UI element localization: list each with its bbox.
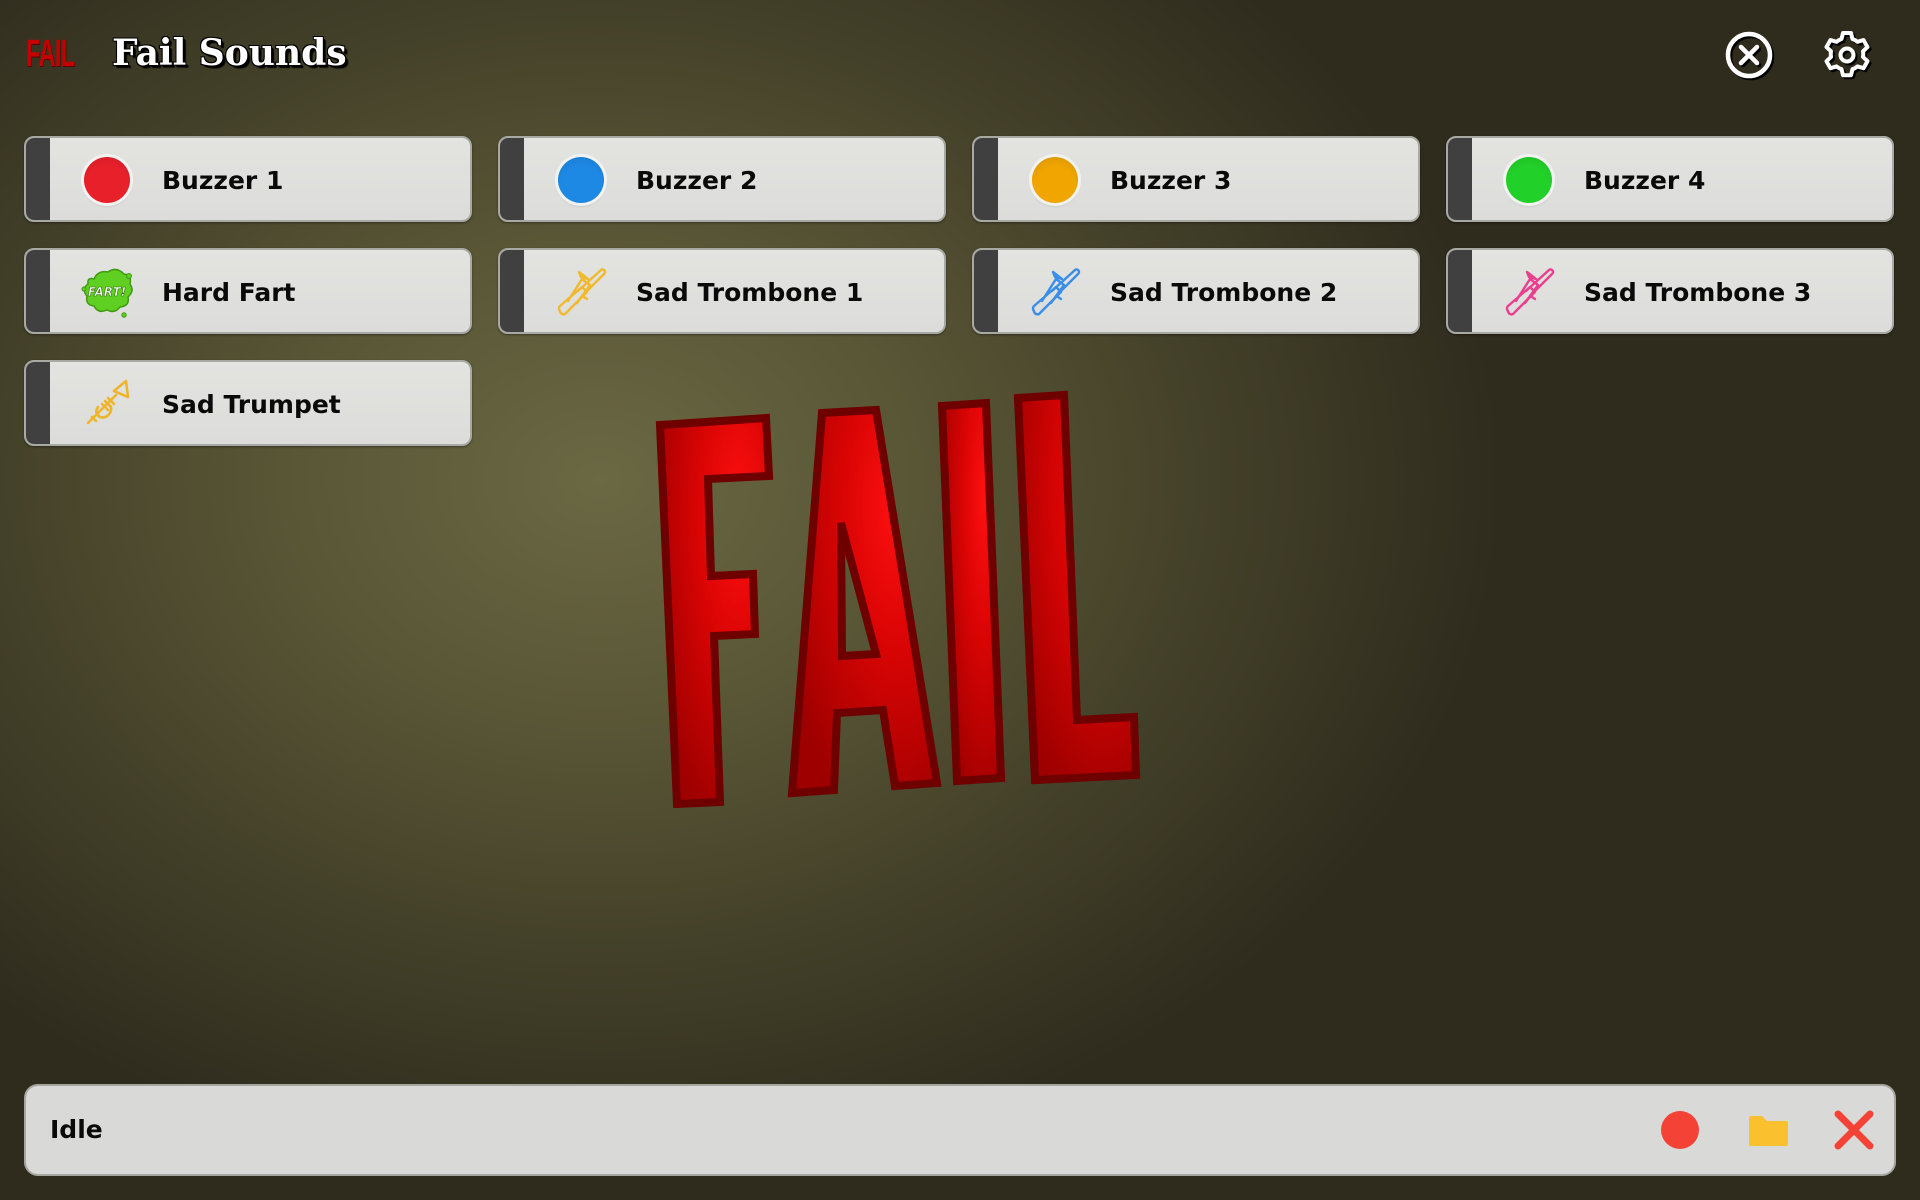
record-icon — [1661, 1111, 1699, 1149]
tile-stripe — [26, 138, 50, 220]
stop-button[interactable] — [1830, 1106, 1878, 1154]
sound-label: Sad Trombone 2 — [1110, 278, 1338, 307]
tile-stripe — [974, 138, 998, 220]
fail-graphic — [640, 380, 1280, 820]
status-text: Idle — [50, 1115, 103, 1144]
gear-icon — [1824, 31, 1870, 78]
sound-button-buzzer-3[interactable]: Buzzer 3 — [972, 136, 1420, 222]
sound-button-sad-trombone-3[interactable]: Sad Trombone 3 — [1446, 248, 1894, 334]
tile-stripe — [26, 250, 50, 332]
fart-icon-text: FART! — [88, 285, 126, 299]
sound-label: Sad Trumpet — [162, 390, 341, 419]
status-bar: Idle — [24, 1084, 1896, 1176]
app-header: FAIL Fail Sounds — [0, 0, 1920, 110]
green-buzzer-icon — [1502, 153, 1556, 207]
sound-button-hard-fart[interactable]: FART! Hard Fart — [24, 248, 472, 334]
sound-button-buzzer-4[interactable]: Buzzer 4 — [1446, 136, 1894, 222]
close-app-button[interactable] — [1722, 28, 1776, 82]
sound-button-sad-trombone-2[interactable]: Sad Trombone 2 — [972, 248, 1420, 334]
sound-label: Buzzer 2 — [636, 166, 758, 195]
tile-stripe — [1448, 250, 1472, 332]
sound-label: Buzzer 4 — [1584, 166, 1706, 195]
tile-stripe — [26, 362, 50, 444]
folder-icon — [1749, 1116, 1788, 1146]
close-x-icon — [1834, 1110, 1874, 1150]
sound-button-buzzer-1[interactable]: Buzzer 1 — [24, 136, 472, 222]
settings-button[interactable] — [1820, 28, 1874, 82]
red-buzzer-icon — [80, 153, 134, 207]
trombone-icon — [554, 265, 608, 319]
blue-buzzer-icon — [554, 153, 608, 207]
sound-label: Sad Trombone 1 — [636, 278, 864, 307]
app-title: Fail Sounds — [112, 32, 347, 74]
open-folder-button[interactable] — [1744, 1106, 1792, 1154]
tile-stripe — [500, 138, 524, 220]
fart-cloud-icon: FART! — [80, 265, 134, 319]
trombone-icon — [1502, 265, 1556, 319]
sound-button-sad-trombone-1[interactable]: Sad Trombone 1 — [498, 248, 946, 334]
tile-stripe — [500, 250, 524, 332]
sound-label: Buzzer 1 — [162, 166, 284, 195]
trumpet-icon — [80, 377, 134, 431]
trombone-icon — [1028, 265, 1082, 319]
sound-label: Hard Fart — [162, 278, 296, 307]
tile-stripe — [1448, 138, 1472, 220]
orange-buzzer-icon — [1028, 153, 1082, 207]
circle-x-icon — [1725, 31, 1773, 79]
sound-button-buzzer-2[interactable]: Buzzer 2 — [498, 136, 946, 222]
record-button[interactable] — [1656, 1106, 1704, 1154]
app-logo: FAIL — [26, 33, 75, 75]
sound-label: Buzzer 3 — [1110, 166, 1232, 195]
sound-label: Sad Trombone 3 — [1584, 278, 1812, 307]
sound-button-sad-trumpet[interactable]: Sad Trumpet — [24, 360, 472, 446]
tile-stripe — [974, 250, 998, 332]
